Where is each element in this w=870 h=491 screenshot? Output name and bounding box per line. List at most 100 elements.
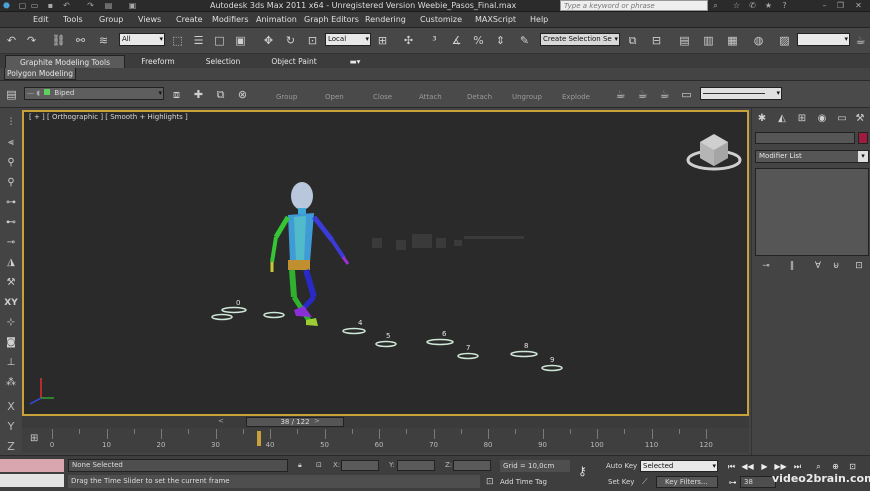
play-icon[interactable]: ▶: [758, 461, 771, 472]
motion-tab-icon[interactable]: ◉: [814, 111, 830, 127]
new-file-icon[interactable]: ▢: [18, 1, 27, 10]
open-file-icon[interactable]: ▭: [30, 1, 39, 10]
chevron-down-icon[interactable]: ▾: [858, 151, 868, 162]
app-logo-icon[interactable]: ⬣: [2, 1, 11, 10]
open-group-button[interactable]: Open: [325, 92, 344, 102]
render-setup-icon[interactable]: ▨: [776, 32, 793, 49]
biped-tool-3-icon[interactable]: ⚲: [1, 154, 21, 172]
modify-tab-icon[interactable]: ◭: [774, 111, 790, 127]
create-layer-icon[interactable]: ⧈: [168, 86, 185, 103]
set-key-icon[interactable]: ⚷: [578, 464, 587, 478]
percent-snap-icon[interactable]: %: [470, 32, 487, 49]
menu-graph-editors[interactable]: Graph Editors: [304, 12, 359, 28]
previous-frame-icon[interactable]: ◀◀: [741, 461, 754, 472]
remove-modifier-icon[interactable]: ⊌: [829, 259, 843, 273]
selection-filter-dropdown[interactable]: All: [119, 33, 165, 46]
select-and-link-icon[interactable]: ⛓: [50, 32, 67, 49]
search-input[interactable]: Type a keyword or phrase: [560, 0, 708, 11]
minimize-icon[interactable]: –: [820, 1, 829, 10]
go-to-start-icon[interactable]: ⏮: [725, 461, 738, 472]
layer-manager-icon[interactable]: ▤: [676, 32, 693, 49]
teapot-render-icon[interactable]: ☕: [612, 86, 629, 103]
y-coord-field[interactable]: [397, 460, 435, 471]
render-preset-dropdown[interactable]: [797, 33, 850, 46]
curve-editor-icon[interactable]: ▦: [724, 32, 741, 49]
xy-constraint-icon[interactable]: XY: [1, 294, 21, 312]
next-frame-icon[interactable]: ▶▶: [774, 461, 787, 472]
ungroup-button[interactable]: Ungroup: [512, 92, 542, 102]
help-icon[interactable]: ?: [780, 1, 789, 10]
utilities-tab-icon[interactable]: ⚒: [852, 111, 868, 127]
tab-selection[interactable]: Selection: [192, 55, 254, 68]
detach-button[interactable]: Detach: [467, 92, 492, 102]
biped-tool-5-icon[interactable]: ⊶: [1, 194, 21, 212]
biped-tool-11-icon[interactable]: ◙: [1, 334, 21, 352]
panel-tab-polygon-modeling[interactable]: Polygon Modeling: [4, 68, 76, 80]
modifier-stack[interactable]: [755, 168, 869, 256]
create-tab-icon[interactable]: ✱: [754, 111, 770, 127]
configure-modifier-sets-icon[interactable]: ⊡: [852, 259, 866, 273]
tab-object-paint[interactable]: Object Paint: [258, 55, 330, 68]
track-bar[interactable]: ⊞ 0 10 20 30 40 50 60 70 80 90 100 110 120: [22, 428, 749, 453]
render-production-icon[interactable]: ☕: [852, 32, 869, 49]
menu-tools[interactable]: Tools: [63, 12, 83, 28]
material-editor-icon[interactable]: ◍: [750, 32, 767, 49]
select-layer-icon[interactable]: ⧉: [212, 86, 229, 103]
layer-dropdown[interactable]: ― ◖ Biped: [24, 87, 164, 100]
quick-undo-icon[interactable]: ↶: [62, 1, 71, 10]
communication-icon[interactable]: ✆: [748, 1, 757, 10]
biped-tool-10-icon[interactable]: ⊹: [1, 314, 21, 332]
biped-tool-2-icon[interactable]: ⫷: [1, 134, 21, 152]
x-axis-icon[interactable]: X: [1, 398, 21, 416]
undo-icon[interactable]: ↶: [3, 32, 20, 49]
make-unique-icon[interactable]: ∀: [811, 259, 825, 273]
biped-tool-13-icon[interactable]: ⁂: [1, 374, 21, 392]
time-slider-prev[interactable]: <: [218, 416, 224, 427]
spinner-snap-icon[interactable]: ⇕: [492, 32, 509, 49]
rect-selection-icon[interactable]: □: [211, 32, 228, 49]
bind-space-warp-icon[interactable]: ≋: [95, 32, 112, 49]
unlink-icon[interactable]: ⚯: [72, 32, 89, 49]
current-frame-field[interactable]: 38: [740, 476, 776, 488]
hierarchy-tab-icon[interactable]: ⊞: [794, 111, 810, 127]
zoom-icon[interactable]: ⌕: [812, 461, 825, 472]
pin-stack-icon[interactable]: ⊸: [759, 259, 773, 273]
snaps-toggle-icon[interactable]: ³: [426, 32, 443, 49]
modifier-list-dropdown[interactable]: Modifier List ▾: [755, 150, 869, 163]
move-icon[interactable]: ✥: [260, 32, 277, 49]
key-mode-toggle-icon[interactable]: ⊶: [726, 477, 739, 488]
show-end-result-icon[interactable]: ‖: [785, 259, 799, 273]
teapot-render-c-icon[interactable]: ☕: [656, 86, 673, 103]
menu-edit[interactable]: Edit: [33, 12, 49, 28]
mirror-icon[interactable]: ⧉: [624, 32, 641, 49]
scale-icon[interactable]: ⊡: [304, 32, 321, 49]
time-slider-next[interactable]: >: [314, 416, 320, 427]
menu-views[interactable]: Views: [138, 12, 161, 28]
auto-key-button[interactable]: Auto Key: [606, 460, 637, 472]
line-style-dropdown[interactable]: [700, 87, 782, 100]
attach-button[interactable]: Attach: [419, 92, 442, 102]
add-time-tag[interactable]: Add Time Tag: [500, 476, 547, 488]
menu-maxscript[interactable]: MAXScript: [475, 12, 516, 28]
search-icon[interactable]: ⌕: [711, 1, 720, 10]
display-tab-icon[interactable]: ▭: [834, 111, 850, 127]
viewport-orthographic[interactable]: [ + ] [ Orthographic ] [ Smooth + Highli…: [22, 110, 749, 416]
mini-curve-editor-icon[interactable]: ⊞: [30, 432, 44, 446]
y-axis-icon[interactable]: Y: [1, 418, 21, 436]
z-coord-field[interactable]: [453, 460, 491, 471]
object-color-swatch[interactable]: [858, 132, 868, 144]
angle-snap-icon[interactable]: ∡: [448, 32, 465, 49]
zoom-all-icon[interactable]: ⊕: [829, 461, 842, 472]
window-crossing-icon[interactable]: ▣: [232, 32, 249, 49]
z-axis-icon[interactable]: Z: [1, 438, 21, 456]
time-slider[interactable]: 38 / 122: [246, 417, 344, 427]
layer-properties-icon[interactable]: ⊗: [234, 86, 251, 103]
named-selection-set-dropdown[interactable]: Create Selection Se: [540, 33, 620, 46]
maxscript-output-field[interactable]: [0, 474, 64, 487]
select-object-icon[interactable]: ⬚: [169, 32, 186, 49]
object-name-field[interactable]: [755, 132, 855, 144]
subscription-icon[interactable]: ☆: [732, 1, 741, 10]
biped-tool-12-icon[interactable]: ⊥: [1, 354, 21, 372]
menu-help[interactable]: Help: [530, 12, 548, 28]
biped-tool-4-icon[interactable]: ⚲: [1, 174, 21, 192]
